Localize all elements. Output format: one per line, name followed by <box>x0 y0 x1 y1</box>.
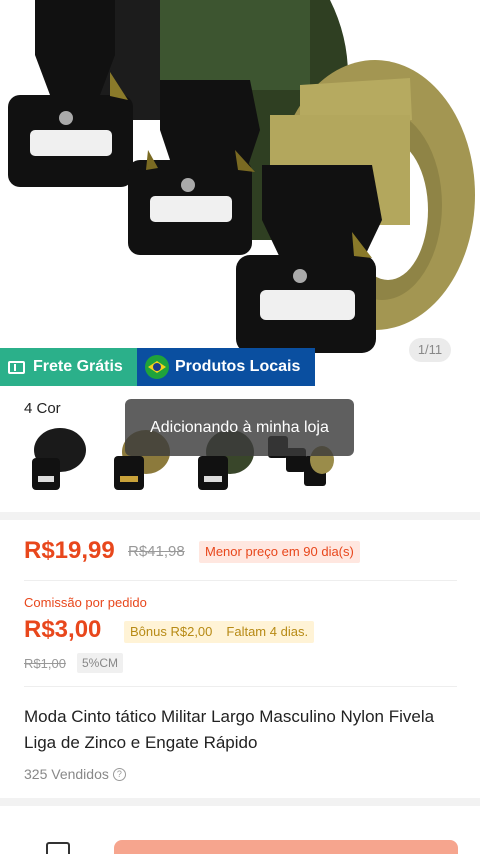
brazil-flag-icon <box>145 355 169 379</box>
free-shipping-badge: Frete Grátis <box>0 348 137 386</box>
local-products-badge: Produtos Locais <box>137 348 315 386</box>
commission-label: Comissão por pedido <box>24 595 147 610</box>
store-icon[interactable] <box>46 842 70 854</box>
section-divider <box>0 798 480 806</box>
bonus-text: Bônus R$2,00 <box>130 624 213 639</box>
commission-value: R$3,00 <box>24 616 102 643</box>
free-shipping-label: Frete Grátis <box>33 358 123 375</box>
divider <box>24 686 457 687</box>
original-price: R$41,98 <box>128 543 185 560</box>
primary-action-button[interactable] <box>114 840 458 854</box>
sold-count-text: 325 Vendidos <box>24 766 109 782</box>
product-image-carousel[interactable]: 1/11 Frete Grátis Produtos Locais <box>0 0 480 388</box>
product-title: Moda Cinto tático Militar Largo Masculin… <box>24 707 435 752</box>
image-counter: 1/11 <box>409 338 451 362</box>
current-price: R$19,99 <box>24 537 115 564</box>
remaining-days-text: Faltam 4 dias. <box>226 624 309 639</box>
belts-photo <box>8 0 475 353</box>
bonus-badge: Bônus R$2,00 Faltam 4 dias. <box>124 621 315 643</box>
toast-message: Adicionando à minha loja <box>125 399 354 456</box>
previous-commission: R$1,00 <box>24 656 66 671</box>
sold-count: 325 Vendidos ? <box>24 766 126 782</box>
divider <box>24 580 457 581</box>
help-icon[interactable]: ? <box>112 767 126 781</box>
local-products-label: Produtos Locais <box>175 358 301 375</box>
ticket-icon <box>8 360 25 374</box>
variant-thumb-black[interactable] <box>20 420 92 500</box>
lowest-price-badge: Menor preço em 90 dia(s) <box>199 541 360 563</box>
section-divider <box>0 512 480 520</box>
commission-rate-badge: 5%CM <box>77 653 124 673</box>
product-page: 1/11 Frete Grátis Produtos Locais 4 Cor <box>0 0 480 854</box>
variant-count-label: 4 Cor <box>24 400 61 417</box>
